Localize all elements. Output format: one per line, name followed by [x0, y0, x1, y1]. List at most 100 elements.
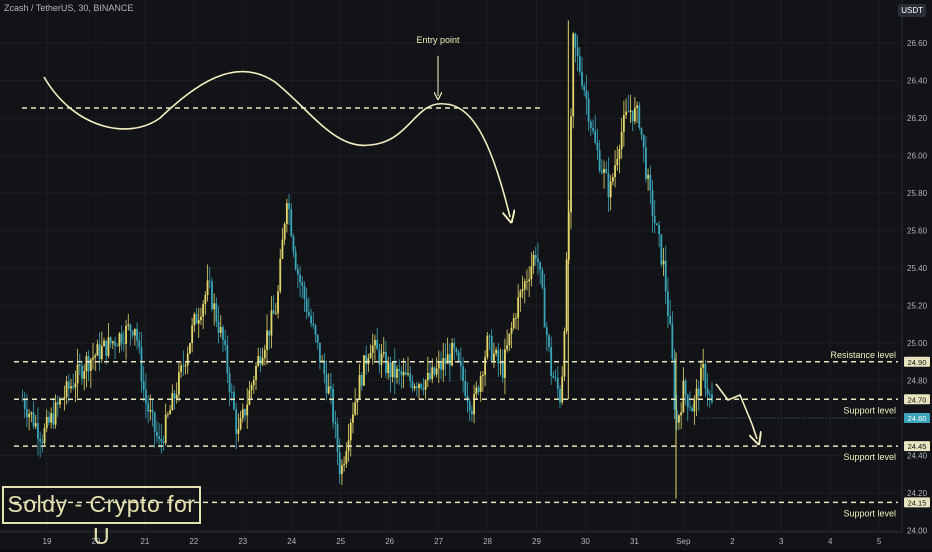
candle-body [444, 358, 447, 364]
currency-badge[interactable]: USDT [898, 4, 926, 17]
candle-body [352, 414, 354, 423]
candle-body [576, 47, 579, 56]
candle-body [303, 285, 306, 299]
x-tick-label: 4 [828, 537, 833, 546]
candle-body [565, 259, 568, 332]
candle-body [171, 393, 174, 411]
candle-body [517, 297, 520, 318]
candle-body [81, 365, 83, 379]
candle-body [325, 374, 328, 394]
entry-point-label: Entry point [416, 35, 460, 45]
candle-body [72, 386, 75, 388]
candle-body [523, 281, 526, 290]
candle-body [202, 303, 205, 317]
x-tick-label: 31 [630, 537, 639, 546]
candle-body [495, 349, 498, 354]
candle-body [510, 327, 513, 334]
candle-body [129, 324, 132, 331]
candle-body [74, 383, 77, 388]
candle-body [120, 333, 123, 344]
candle-body [561, 376, 564, 403]
candle-body [349, 422, 352, 441]
candle-body [508, 333, 511, 346]
candle-body [455, 348, 458, 353]
candle-body [411, 381, 414, 389]
y-tick-label: 26.40 [907, 77, 928, 86]
candle-body [270, 310, 273, 336]
candle-body [127, 324, 130, 326]
x-tick-label: 29 [532, 537, 541, 546]
x-tick-label: 22 [189, 537, 198, 546]
candle-body [598, 150, 601, 171]
candle-body [501, 361, 504, 378]
y-tick-label: 24.20 [907, 489, 928, 498]
candle-body [413, 386, 416, 389]
x-tick-label: 25 [336, 537, 345, 546]
candle-body [457, 352, 460, 362]
candle-body [640, 127, 643, 135]
candle-body [96, 344, 99, 356]
candle-body [629, 110, 632, 112]
candle-body [226, 345, 229, 374]
candle-body [164, 414, 167, 444]
candle-body [680, 412, 683, 416]
candle-body [155, 431, 158, 437]
candle-body [600, 170, 603, 173]
candle-body [118, 333, 121, 347]
candle-body [217, 321, 220, 333]
candle-body [131, 330, 134, 336]
candle-body [248, 390, 251, 405]
candle-body [653, 216, 656, 224]
candle-body [437, 362, 440, 369]
candle-body [224, 340, 227, 346]
candle-body [257, 356, 260, 366]
candle-body [462, 366, 464, 382]
y-tick-label: 26.20 [907, 114, 928, 123]
candle-body [609, 181, 612, 198]
candle-body [574, 33, 577, 48]
candle-body [611, 177, 614, 182]
candle-body [28, 413, 31, 418]
candle-body [200, 316, 202, 321]
candle-body [277, 291, 279, 314]
candle-body [667, 291, 669, 316]
level-price-badge: 24.90 [904, 356, 930, 367]
price-chart[interactable]: Resistance level Support level Support lev… [0, 0, 932, 550]
candle-body [497, 349, 500, 364]
candle-body [32, 412, 35, 427]
candle-body [585, 90, 588, 99]
candle-body [618, 148, 621, 159]
candle-body [197, 320, 200, 324]
candle-body [255, 365, 257, 381]
candle-body [700, 367, 702, 396]
candle-body [219, 327, 222, 333]
candle-body [184, 365, 187, 367]
candle-body [473, 394, 475, 415]
candle-body [114, 341, 116, 346]
candle-body [318, 342, 321, 362]
candle-body [550, 347, 553, 376]
candle-body [519, 291, 522, 298]
candle-body [459, 361, 462, 367]
candle-body [704, 364, 707, 389]
candle-body [539, 262, 542, 271]
candle-body [506, 345, 509, 350]
candle-body [442, 358, 445, 370]
candle-body [195, 313, 198, 324]
candle-body [41, 441, 44, 444]
candle-body [512, 318, 515, 328]
candle-body [636, 105, 638, 108]
candle-body [537, 258, 539, 263]
candle-body [268, 330, 271, 336]
candle-body [314, 325, 317, 336]
candle-body [570, 116, 572, 213]
current-badge-text: 24.60 [908, 414, 927, 423]
x-tick-label: Sep [676, 537, 691, 546]
candle-body [387, 362, 390, 374]
candle-body [281, 239, 284, 259]
candle-body [543, 287, 546, 328]
candle-body [343, 463, 346, 466]
candle-body [418, 384, 420, 388]
candle-body [521, 289, 524, 292]
candle-body [656, 223, 658, 226]
